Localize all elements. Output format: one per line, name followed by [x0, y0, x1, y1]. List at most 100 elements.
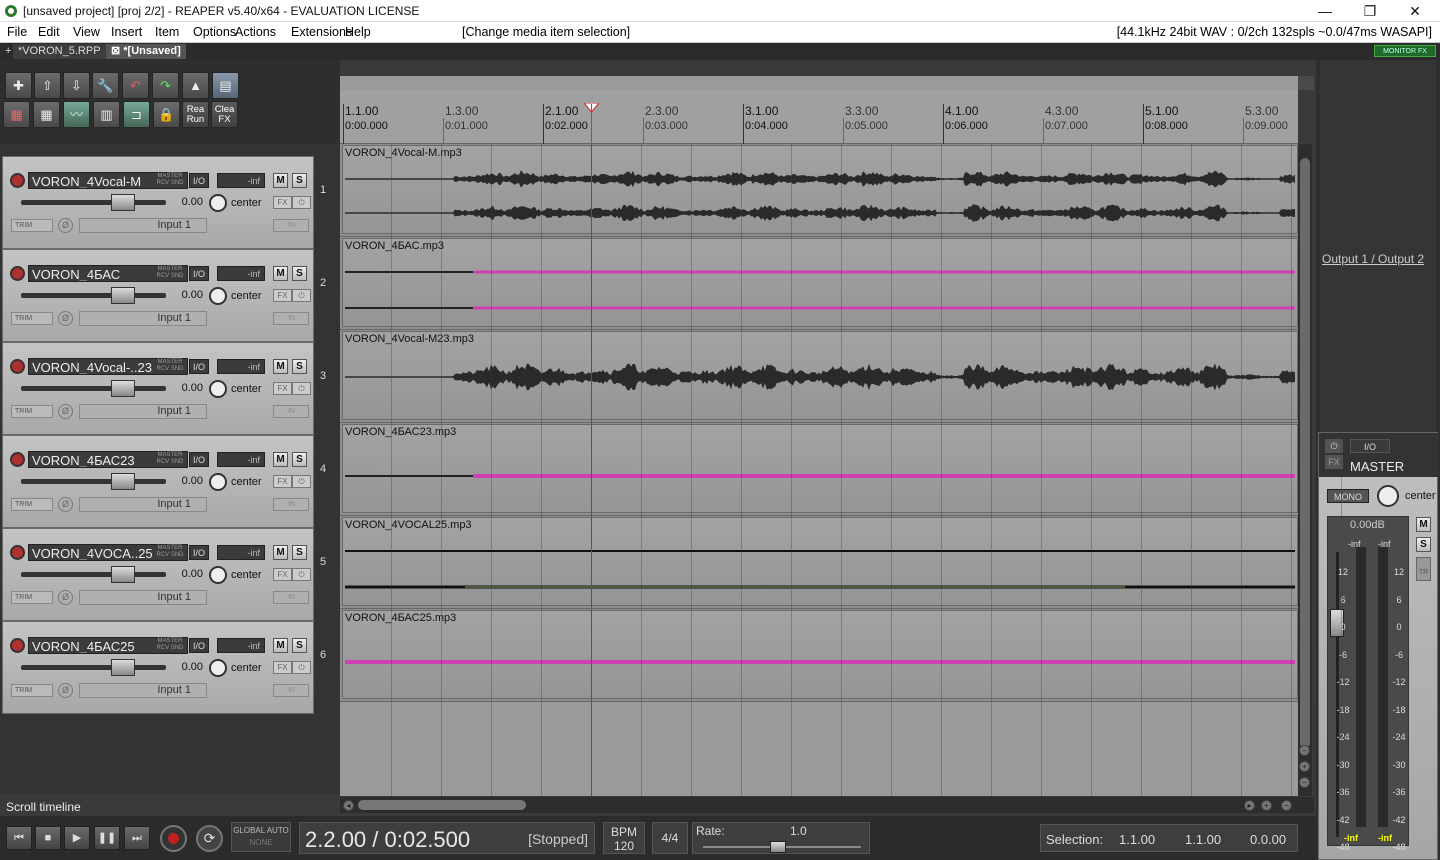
master-solo-button[interactable]: S [1416, 537, 1431, 552]
master-pan-knob[interactable] [1377, 485, 1399, 507]
zoom-out-horizontal-icon[interactable]: − [1281, 800, 1292, 811]
volume-fader-track[interactable] [21, 200, 166, 205]
record-arm-button[interactable] [10, 545, 25, 560]
project-settings-icon[interactable]: 🔧 [92, 72, 119, 99]
selection-start[interactable]: 1.1.00 [1119, 832, 1155, 847]
new-project-icon[interactable]: ✚ [5, 72, 32, 99]
pause-button[interactable]: ❚❚ [94, 826, 120, 850]
input-select[interactable]: Input 1 [79, 218, 207, 233]
item-grouping-icon[interactable]: ▥ [93, 101, 120, 128]
track-header[interactable]: VORON_4Vocal-M MASTER RCV SND I/O -inf M… [2, 156, 314, 249]
pan-knob[interactable] [209, 566, 227, 584]
trim-button[interactable]: TRIM [11, 405, 53, 418]
track-header[interactable]: VORON_4БАС MASTER RCV SND I/O -inf M S 0… [2, 249, 314, 342]
rate-slider-knob[interactable] [770, 841, 786, 853]
global-automation-button[interactable]: GLOBAL AUTO NONE [231, 822, 291, 852]
pan-knob[interactable] [209, 659, 227, 677]
timeline-ruler[interactable]: 1.1.00 0:00.000 1.3.00 0:01.000 2.1.00 0:02.0… [340, 90, 1298, 144]
volume-fader-track[interactable] [21, 479, 166, 484]
tab-voron5[interactable]: *VORON_5.RPP [13, 44, 106, 59]
go-to-start-button[interactable]: ⏮ [6, 826, 32, 850]
close-button[interactable]: ✕ [1392, 1, 1438, 21]
volume-fader-knob[interactable] [111, 380, 135, 397]
input-monitor-button[interactable]: IN [273, 498, 309, 511]
pan-knob[interactable] [209, 194, 227, 212]
track-header[interactable]: VORON_4VOCA..25 MASTER RCV SND I/O -inf … [2, 528, 314, 621]
track-io-button[interactable]: I/O [189, 452, 209, 467]
pan-knob[interactable] [209, 287, 227, 305]
phase-invert-icon[interactable]: Ø [58, 497, 73, 512]
track-header[interactable]: VORON_4Vocal-..23 MASTER RCV SND I/O -in… [2, 342, 314, 435]
record-arm-button[interactable] [10, 173, 25, 188]
undo-icon[interactable]: ↶ [122, 72, 149, 99]
track-header[interactable]: VORON_4БАС23 MASTER RCV SND I/O -inf M S… [2, 435, 314, 528]
play-button[interactable]: ▶ [64, 826, 90, 850]
selection-display[interactable]: Selection: 1.1.00 1.1.00 0.0.00 [1040, 824, 1298, 852]
menu-track[interactable]: Options [193, 25, 236, 39]
fx-button[interactable]: FX [273, 661, 292, 674]
selection-end[interactable]: 1.1.00 [1185, 832, 1221, 847]
track-header[interactable]: VORON_4БАС25 MASTER RCV SND I/O -inf M S… [2, 621, 314, 714]
horizontal-scrollbar[interactable]: ◂ ▸ + − [340, 797, 1314, 813]
phase-invert-icon[interactable]: Ø [58, 590, 73, 605]
master-io-button[interactable]: I/O [1350, 439, 1390, 453]
record-arm-button[interactable] [10, 266, 25, 281]
record-arm-button[interactable] [10, 452, 25, 467]
go-to-end-button[interactable]: ⏭ [124, 826, 150, 850]
fx-bypass-icon[interactable]: ⏻ [292, 382, 311, 395]
mono-button[interactable]: MONO [1327, 489, 1369, 503]
media-item[interactable]: VORON_4Vocal-M23.mp3 [342, 331, 1298, 420]
lock-icon[interactable]: 🔒 [153, 101, 180, 128]
volume-fader-track[interactable] [21, 572, 166, 577]
scroll-right-icon[interactable]: ▸ [1244, 800, 1255, 811]
zoom-reset-vertical-icon[interactable]: − [1299, 777, 1310, 788]
redo-icon[interactable]: ↷ [152, 72, 179, 99]
media-item[interactable]: VORON_4Vocal-M.mp3 [342, 145, 1298, 234]
trim-button[interactable]: TRIM [11, 591, 53, 604]
record-arm-button[interactable] [10, 638, 25, 653]
volume-fader-track[interactable] [21, 293, 166, 298]
fx-bypass-icon[interactable]: ⏻ [292, 196, 311, 209]
solo-button[interactable]: S [292, 266, 307, 281]
volume-fader-knob[interactable] [111, 194, 135, 211]
master-output-routing[interactable]: Output 1 / Output 2 [1322, 252, 1424, 266]
horizontal-scroll-thumb[interactable] [358, 800, 526, 810]
input-monitor-button[interactable]: IN [273, 684, 309, 697]
zoom-in-horizontal-icon[interactable]: + [1261, 800, 1272, 811]
input-monitor-button[interactable]: IN [273, 219, 309, 232]
time-display[interactable]: 2.2.00 / 0:02.500 [Stopped] [299, 822, 595, 854]
clear-fx-button[interactable]: Clea FX [211, 101, 238, 128]
envelope-points-icon[interactable]: ⊐ [123, 101, 150, 128]
vertical-scroll-thumb[interactable] [1300, 158, 1310, 748]
track-lane[interactable]: VORON_4БАС.mp3 [340, 237, 1298, 330]
volume-fader-knob[interactable] [111, 566, 135, 583]
metronome-icon[interactable]: ▲ [182, 72, 209, 99]
rearun-button[interactable]: Rea Run [182, 101, 209, 128]
track-lane[interactable]: VORON_4VOCAL25.mp3 [340, 516, 1298, 609]
media-item[interactable]: VORON_4БАС.mp3 [342, 238, 1298, 327]
stop-button[interactable]: ■ [35, 826, 61, 850]
record-arm-button[interactable] [10, 359, 25, 374]
track-io-button[interactable]: I/O [189, 173, 209, 188]
menu-edit[interactable]: Edit [38, 25, 60, 39]
menu-item[interactable]: Item [155, 25, 179, 39]
phase-invert-icon[interactable]: Ø [58, 404, 73, 419]
pan-knob[interactable] [209, 380, 227, 398]
volume-fader-knob[interactable] [111, 473, 135, 490]
phase-invert-icon[interactable]: Ø [58, 683, 73, 698]
input-select[interactable]: Input 1 [79, 683, 207, 698]
master-mute-button[interactable]: M [1416, 517, 1431, 532]
trim-button[interactable]: TRIM [11, 684, 53, 697]
mute-button[interactable]: M [273, 359, 288, 374]
track-io-button[interactable]: I/O [189, 545, 209, 560]
save-project-icon[interactable]: ⇩ [63, 72, 90, 99]
master-trim-button[interactable]: TR [1416, 557, 1431, 581]
mute-button[interactable]: M [273, 638, 288, 653]
mute-button[interactable]: M [273, 452, 288, 467]
phase-invert-icon[interactable]: Ø [58, 311, 73, 326]
selection-length[interactable]: 0.0.00 [1250, 832, 1286, 847]
trim-button[interactable]: TRIM [11, 498, 53, 511]
solo-button[interactable]: S [292, 545, 307, 560]
volume-fader-track[interactable] [21, 665, 166, 670]
menu-options[interactable]: Actions [235, 25, 276, 39]
